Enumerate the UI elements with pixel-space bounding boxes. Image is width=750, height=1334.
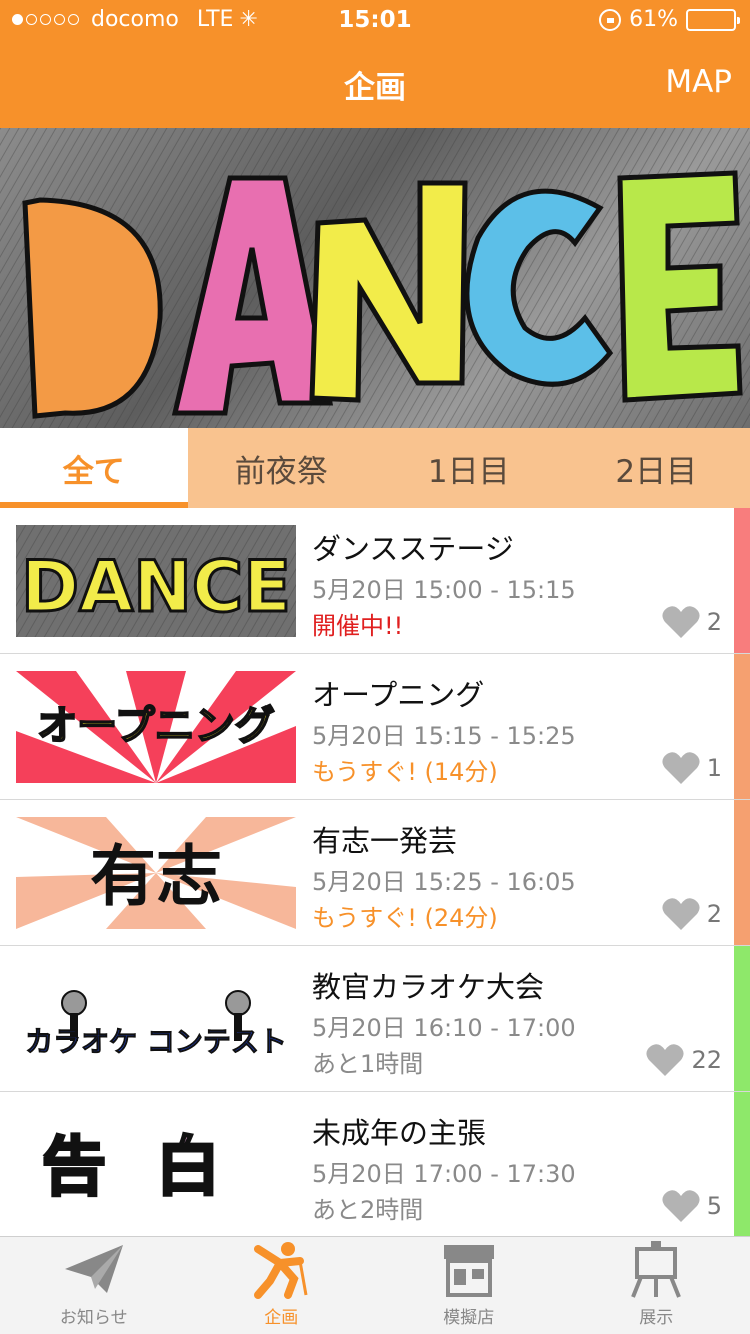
event-time: 5月20日 15:15 - 15:25 [312, 722, 576, 750]
like-count: 22 [691, 1046, 722, 1074]
opening-thumb-text: オープニング [37, 703, 275, 749]
heart-icon [646, 1044, 685, 1076]
event-time: 5月20日 16:10 - 17:00 [312, 1014, 576, 1042]
event-title: 教官カラオケ大会 [312, 970, 545, 1004]
tabbar-exhibits[interactable]: 展示 [563, 1237, 750, 1334]
like-button[interactable]: 1 [661, 750, 722, 786]
hero-banner[interactable] [0, 128, 750, 428]
tabbar-label: 展示 [639, 1308, 674, 1328]
event-row[interactable]: 告白 未成年の主張 5月20日 17:00 - 17:30 あと2時間 5 [0, 1092, 750, 1236]
tabbar-label: 企画 [264, 1308, 299, 1328]
battery-icon [686, 8, 740, 31]
tabbar-events[interactable]: 企画 [188, 1237, 376, 1334]
event-title: 未成年の主張 [312, 1116, 487, 1150]
event-status: もうすぐ! (14分) [312, 758, 498, 786]
event-time: 5月20日 15:25 - 16:05 [312, 868, 576, 896]
like-button[interactable]: 2 [661, 604, 722, 640]
tabbar-label: 模擬店 [443, 1308, 495, 1328]
event-status: 開催中!! [312, 612, 404, 640]
battery-percent: 61% [629, 7, 678, 32]
map-button[interactable]: MAP [665, 64, 732, 100]
like-count: 5 [706, 1192, 722, 1220]
karaoke-thumb-text: カラオケ コンテスト [25, 1025, 287, 1058]
event-row[interactable]: 有志 有志一発芸 5月20日 15:25 - 16:05 もうすぐ! (24分)… [0, 800, 750, 946]
shop-icon [443, 1245, 494, 1297]
event-title: オープニング [312, 678, 485, 712]
bottom-tab-bar: お知らせ 企画 模擬店 展示 [0, 1236, 750, 1334]
event-thumbnail-karaoke: カラオケ コンテスト [16, 963, 296, 1075]
status-color-bar [734, 654, 750, 799]
event-time: 5月20日 15:00 - 15:15 [312, 576, 576, 604]
event-time: 5月20日 17:00 - 17:30 [312, 1160, 576, 1188]
event-row[interactable]: DANCE ダンスステージ 5月20日 15:00 - 15:15 開催中!! … [0, 508, 750, 654]
tabbar-shops[interactable]: 模擬店 [375, 1237, 563, 1334]
tabbar-label: お知らせ [59, 1308, 128, 1328]
page-title: 企画 [344, 70, 406, 106]
event-row[interactable]: カラオケ コンテスト 教官カラオケ大会 5月20日 16:10 - 17:00 … [0, 946, 750, 1092]
event-list[interactable]: DANCE ダンスステージ 5月20日 15:00 - 15:15 開催中!! … [0, 508, 750, 1236]
dance-banner-image [0, 128, 750, 428]
event-status: あと2時間 [312, 1196, 424, 1224]
paper-plane-icon [64, 1245, 123, 1293]
heart-icon [662, 606, 700, 638]
tab-all[interactable]: 全て [0, 428, 188, 508]
singer-icon [254, 1242, 308, 1299]
status-color-bar [734, 800, 750, 945]
event-thumbnail-kokuhaku: 告白 [16, 1109, 296, 1221]
heart-icon [662, 898, 700, 930]
heart-icon [662, 1190, 700, 1222]
day-filter-tabs: 全て 前夜祭 1日目 2日目 [0, 428, 750, 508]
status-color-bar [734, 946, 750, 1091]
kokuhaku-thumb-text: 告白 [42, 1131, 270, 1205]
like-count: 2 [706, 608, 722, 636]
event-status: あと1時間 [312, 1050, 424, 1078]
event-thumbnail-opening: オープニング [16, 671, 296, 783]
like-count: 1 [706, 754, 722, 782]
yushi-thumb-text: 有志 [90, 838, 222, 915]
easel-icon [631, 1241, 682, 1298]
tabbar-news[interactable]: お知らせ [0, 1237, 188, 1334]
status-right: 61% [599, 7, 740, 32]
rotation-lock-icon [599, 8, 622, 31]
tab-day1[interactable]: 1日目 [375, 428, 563, 508]
dance-thumb-text: DANCE [21, 546, 291, 628]
like-count: 2 [706, 900, 722, 928]
event-thumbnail-dance: DANCE [16, 525, 296, 637]
like-button[interactable]: 5 [661, 1188, 722, 1224]
heart-icon [662, 752, 700, 784]
like-button[interactable]: 22 [645, 1042, 722, 1078]
tab-day2[interactable]: 2日目 [563, 428, 750, 508]
nav-header: docomo LTE ✳ 15:01 61% 企画 MAP [0, 0, 750, 128]
event-title: 有志一発芸 [312, 824, 458, 858]
event-status: もうすぐ! (24分) [312, 904, 498, 932]
event-row[interactable]: オープニング オープニング 5月20日 15:15 - 15:25 もうすぐ! … [0, 654, 750, 800]
event-title: ダンスステージ [312, 532, 514, 566]
like-button[interactable]: 2 [661, 896, 722, 932]
tab-eve[interactable]: 前夜祭 [188, 428, 376, 508]
status-color-bar [734, 508, 750, 653]
status-color-bar [734, 1092, 750, 1236]
status-bar: docomo LTE ✳ 15:01 61% [0, 0, 750, 40]
event-thumbnail-yushi: 有志 [16, 817, 296, 929]
